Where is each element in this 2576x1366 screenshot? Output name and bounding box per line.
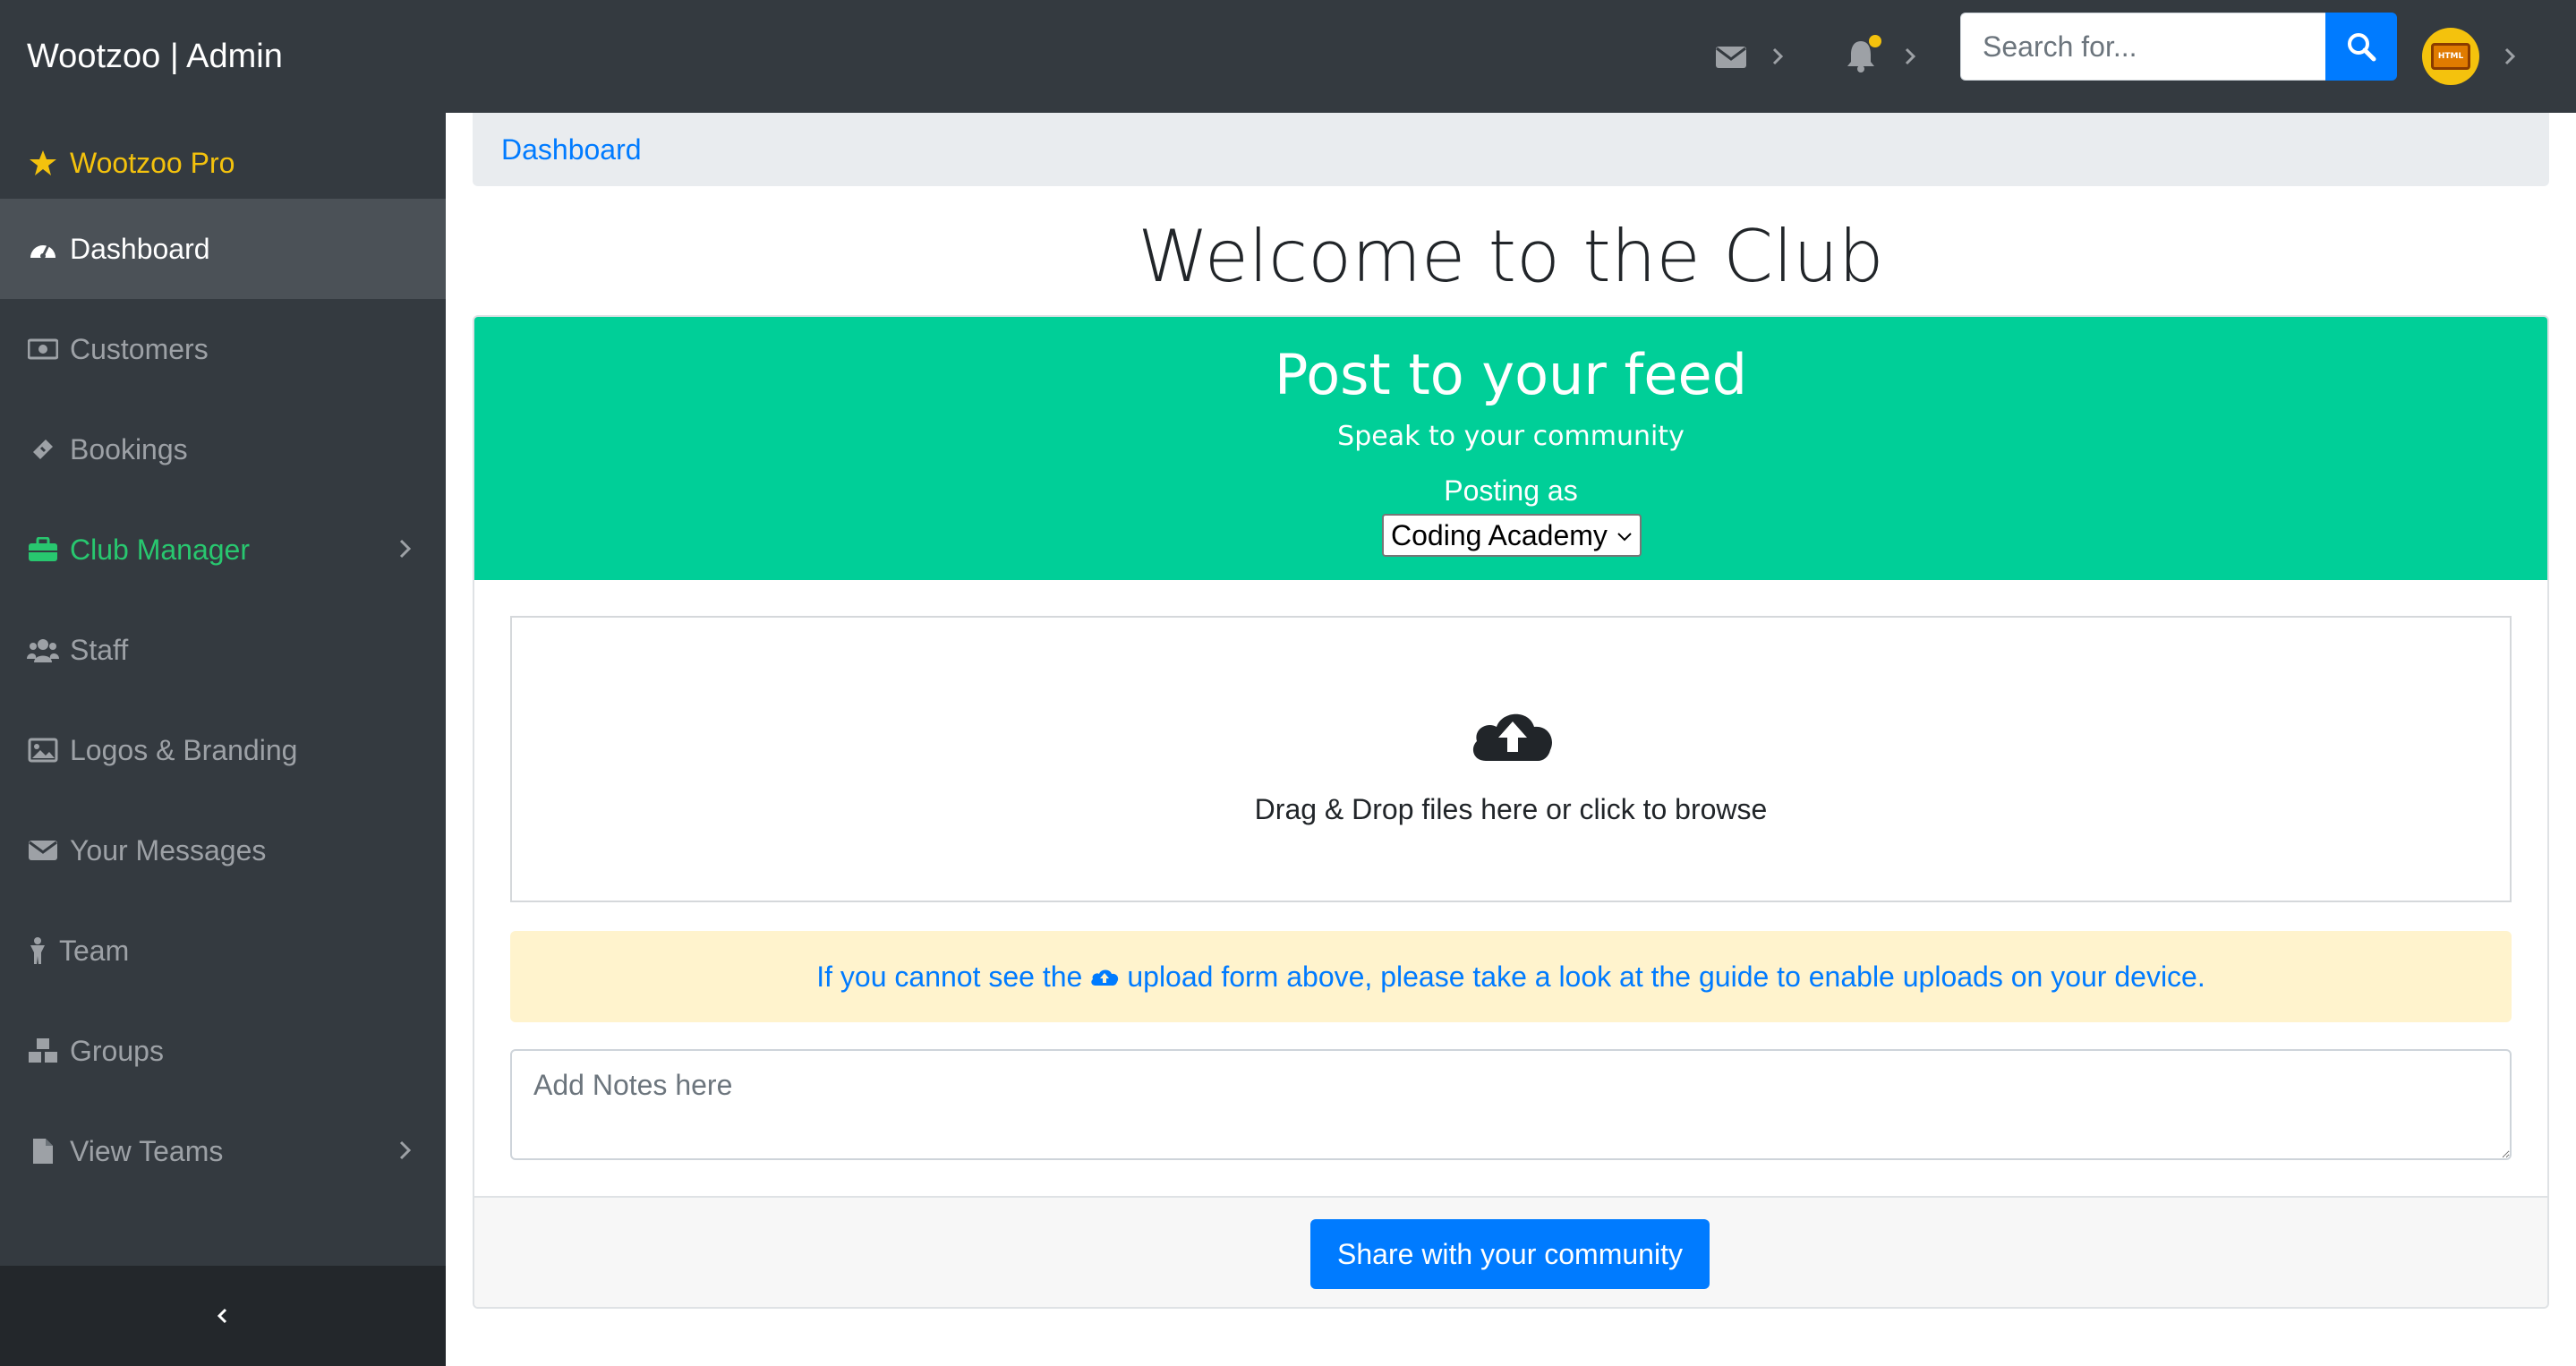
sidebar-item-label: View Teams <box>70 1134 224 1167</box>
sidebar-item-logos-branding[interactable]: Logos & Branding <box>0 700 446 800</box>
envelope-icon <box>1716 47 1746 68</box>
sidebar-item-dashboard[interactable]: Dashboard <box>0 199 446 299</box>
chevron-right-icon <box>2504 47 2516 65</box>
child-icon <box>27 935 48 967</box>
tachometer-icon <box>27 233 59 265</box>
star-icon <box>27 147 59 179</box>
chevron-right-icon <box>1905 47 1916 65</box>
breadcrumb-item-dashboard[interactable]: Dashboard <box>501 133 642 166</box>
card-footer: Share with your community <box>474 1196 2547 1307</box>
chevron-right-icon <box>1772 47 1784 65</box>
cloud-upload-icon <box>1091 969 1119 986</box>
share-button[interactable]: Share with your community <box>1310 1219 1710 1289</box>
breadcrumb: Dashboard <box>473 113 2549 186</box>
sidebar-item-label: Groups <box>70 1034 164 1067</box>
sidebar-item-label: Team <box>59 934 130 967</box>
search-button[interactable] <box>2325 13 2397 81</box>
briefcase-icon <box>27 534 59 566</box>
users-icon <box>27 634 59 666</box>
posting-as-select[interactable]: Coding Academy <box>1382 514 1642 557</box>
image-icon <box>27 734 59 766</box>
brand-title[interactable]: Wootzoo | Admin <box>27 32 283 81</box>
sidebar-item-bookings[interactable]: Bookings <box>0 399 446 499</box>
search-form <box>1960 13 2397 81</box>
sidebar-item-your-messages[interactable]: Your Messages <box>0 800 446 901</box>
search-input[interactable] <box>1960 13 2325 81</box>
sidebar-item-label: Bookings <box>70 432 188 465</box>
alert-text-link[interactable]: upload form above, please take a look at… <box>1127 960 2205 994</box>
avatar: HTML <box>2422 28 2479 85</box>
sidebar-item-customers[interactable]: Customers <box>0 299 446 399</box>
search-icon <box>2348 33 2376 62</box>
sidebar-item-staff[interactable]: Staff <box>0 600 446 700</box>
top-navbar: Wootzoo | Admin Search for... HTML <box>0 0 2576 113</box>
envelope-icon <box>27 834 59 867</box>
feed-header: Post to your feed Speak to your communit… <box>474 317 2547 580</box>
cubes-icon <box>27 1035 59 1067</box>
sidebar-item-club-manager[interactable]: Club Manager <box>0 499 446 600</box>
notification-badge <box>1869 35 1881 47</box>
sidebar-item-label: Dashboard <box>70 232 210 265</box>
sidebar-item-label: Wootzoo Pro <box>70 146 235 179</box>
alert-text-start: If you cannot see the <box>816 960 1083 993</box>
notes-textarea[interactable] <box>510 1049 2512 1160</box>
file-icon <box>27 1135 59 1167</box>
chevron-right-icon <box>399 1140 412 1160</box>
file-dropzone[interactable]: Drag & Drop files here or click to brows… <box>510 616 2512 902</box>
post-feed-card: Post to your feed Speak to your communit… <box>473 315 2549 1309</box>
feed-title: Post to your feed <box>1275 342 1747 407</box>
sidebar: Wootzoo Pro Dashboard Customers Bookings… <box>0 113 446 1366</box>
alerts-dropdown[interactable] <box>1846 25 1921 88</box>
money-bill-icon <box>27 333 59 365</box>
sidebar-item-label: Club Manager <box>70 533 250 566</box>
messages-dropdown[interactable] <box>1715 25 1788 88</box>
dropzone-text: Drag & Drop files here or click to brows… <box>1254 793 1768 825</box>
ticket-icon <box>27 433 59 465</box>
sidebar-item-label: Customers <box>70 332 209 365</box>
feed-subtitle: Speak to your community <box>1337 421 1685 452</box>
sidebar-item-label: Logos & Branding <box>70 733 298 766</box>
cloud-upload-icon <box>1472 713 1552 761</box>
bell-icon <box>1846 35 1881 74</box>
upload-help-alert: If you cannot see the upload form above,… <box>510 931 2512 1022</box>
chevron-down-icon <box>1617 533 1632 542</box>
sidebar-item-label: Your Messages <box>70 833 267 867</box>
sidebar-item-groups[interactable]: Groups <box>0 1001 446 1101</box>
avatar-laptop-icon: HTML <box>2431 43 2470 70</box>
page-title: Welcome to the Club <box>1138 215 1884 298</box>
sidebar-item-label: Staff <box>70 633 129 666</box>
chevron-right-icon <box>399 539 412 559</box>
user-dropdown[interactable]: HTML <box>2422 25 2521 88</box>
sidebar-item-team[interactable]: Team <box>0 901 446 1001</box>
chevron-left-icon <box>217 1308 227 1324</box>
posting-as-label: Posting as <box>1444 474 1578 507</box>
sidebar-toggle-button[interactable] <box>0 1266 446 1366</box>
sidebar-item-view-teams[interactable]: View Teams <box>0 1101 446 1201</box>
posting-as-value: Coding Academy <box>1391 518 1608 551</box>
